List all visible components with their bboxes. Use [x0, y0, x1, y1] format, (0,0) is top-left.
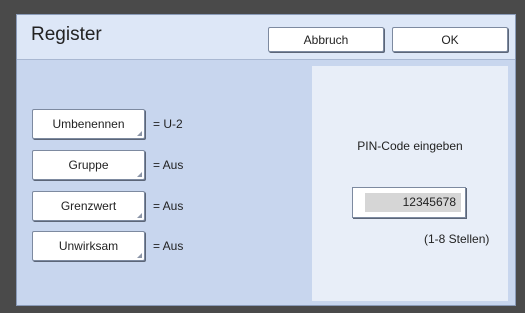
rename-value: = U-2: [153, 117, 183, 131]
rename-button[interactable]: Umbenennen: [32, 109, 145, 139]
pin-input[interactable]: 12345678: [352, 187, 466, 218]
title-bar: Register Abbruch OK: [17, 15, 515, 59]
disable-button[interactable]: Unwirksam: [32, 231, 145, 261]
register-dialog: Register Abbruch OK Umbenennen = U-2 Gru…: [16, 14, 516, 306]
pin-value: 12345678: [365, 193, 461, 212]
pin-hint: (1-8 Stellen): [424, 232, 490, 246]
group-button[interactable]: Gruppe: [32, 150, 145, 180]
title-separator: [17, 59, 515, 60]
cancel-button[interactable]: Abbruch: [268, 27, 384, 52]
limit-value: = Aus: [153, 199, 184, 213]
ok-button[interactable]: OK: [392, 27, 508, 52]
pin-panel: PIN-Code eingeben 12345678 (1-8 Stellen): [312, 66, 508, 301]
limit-button[interactable]: Grenzwert: [32, 191, 145, 221]
pin-label: PIN-Code eingeben: [357, 139, 463, 153]
disable-value: = Aus: [153, 239, 184, 253]
dialog-title: Register: [31, 24, 102, 45]
group-value: = Aus: [153, 158, 184, 172]
